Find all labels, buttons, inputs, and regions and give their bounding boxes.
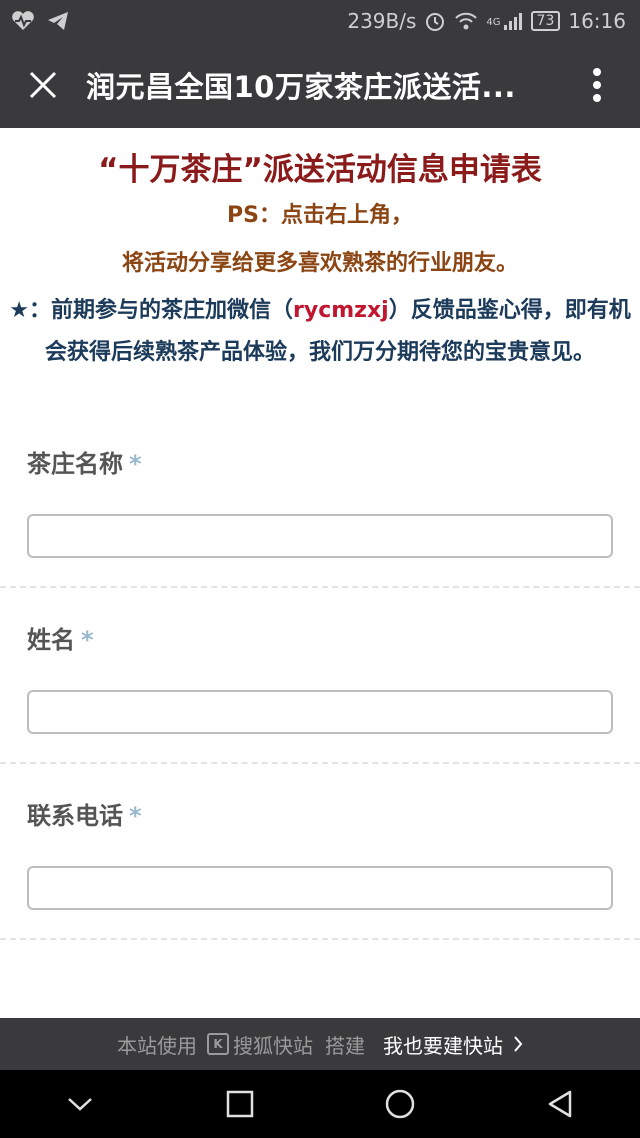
page-content[interactable]: “十万茶庄”派送活动信息申请表 PS：点击右上角， 将活动分享给更多喜欢熟茶的行…: [0, 128, 640, 1018]
ps-line: PS：点击右上角，: [227, 203, 413, 228]
field-phone: 联系电话 *: [0, 764, 640, 940]
status-right: 239B/s 4G 73 16:16: [347, 9, 640, 33]
page-title: 润元昌全国10万家茶庄派送活...: [86, 70, 516, 104]
share-line: 将活动分享给更多喜欢熟茶的行业朋友。: [121, 251, 518, 276]
nav-home-icon: [385, 1089, 415, 1119]
build-site-link[interactable]: 我也要建快站: [383, 1030, 523, 1059]
close-icon: [29, 71, 57, 99]
tea-shop-name-input[interactable]: [27, 514, 613, 558]
wechat-id: rycmzxj: [293, 298, 389, 323]
nav-recent-icon: [226, 1090, 254, 1118]
more-vertical-icon: [593, 68, 601, 102]
field-tea-shop-name: 茶庄名称 *: [0, 412, 640, 588]
battery-indicator: 73: [530, 11, 561, 31]
nav-back-icon: [548, 1090, 572, 1118]
required-mark: *: [129, 802, 142, 830]
form-title: “十万茶庄”派送活动信息申请表: [98, 152, 542, 188]
site-footer: 本站使用 K 搜狐快站 搭建 我也要建快站: [0, 1018, 640, 1070]
field-label-text: 联系电话: [27, 802, 123, 830]
name-input[interactable]: [27, 690, 613, 734]
field-label-text: 茶庄名称: [27, 450, 123, 478]
footer-prefix: 本站使用: [117, 1033, 197, 1058]
field-label: 姓名 *: [27, 588, 613, 660]
notice-prefix: ★：前期参与的茶庄加微信（: [9, 298, 293, 323]
field-name: 姓名 *: [0, 588, 640, 764]
field-label-text: 姓名: [27, 626, 75, 654]
field-label: 茶庄名称 *: [27, 412, 613, 484]
footer-brand: K 搜狐快站: [207, 1030, 313, 1059]
nav-collapse-icon: [68, 1098, 92, 1111]
network-type: 4G: [486, 17, 501, 28]
alarm-icon: [426, 13, 445, 31]
more-options-button[interactable]: [554, 42, 640, 128]
wifi-icon: [455, 12, 478, 30]
status-bar: 239B/s 4G 73 16:16: [0, 0, 640, 42]
clock: 16:16: [568, 9, 626, 33]
close-button[interactable]: [0, 42, 86, 128]
phone-input[interactable]: [27, 866, 613, 910]
notice-text: ★：前期参与的茶庄加微信（rycmzxj）反馈品鉴心得，即有机会获得后续熟茶产品…: [0, 284, 640, 374]
sohu-kuaizhan-logo-icon: K: [207, 1033, 229, 1055]
nav-recent-button[interactable]: [200, 1070, 280, 1138]
heart-rate-icon: [12, 11, 34, 31]
telegram-icon: [48, 12, 68, 30]
system-nav-bar: [0, 1070, 640, 1138]
build-site-link-text: 我也要建快站: [383, 1033, 503, 1058]
nav-collapse-button[interactable]: [40, 1070, 120, 1138]
status-left: [0, 10, 70, 32]
footer-suffix: 搭建: [325, 1033, 365, 1058]
title-bar: 润元昌全国10万家茶庄派送活...: [0, 42, 640, 128]
required-mark: *: [81, 626, 94, 654]
network-speed: 239B/s: [347, 9, 417, 33]
footer-brand-text: 搜狐快站: [233, 1033, 313, 1058]
chevron-right-icon: [514, 1036, 523, 1052]
signal-icon: [503, 13, 522, 30]
field-label: 联系电话 *: [27, 764, 613, 836]
nav-back-button[interactable]: [520, 1070, 600, 1138]
required-mark: *: [129, 450, 142, 478]
form-header: “十万茶庄”派送活动信息申请表 PS：点击右上角， 将活动分享给更多喜欢熟茶的行…: [0, 128, 640, 284]
nav-home-button[interactable]: [360, 1070, 440, 1138]
